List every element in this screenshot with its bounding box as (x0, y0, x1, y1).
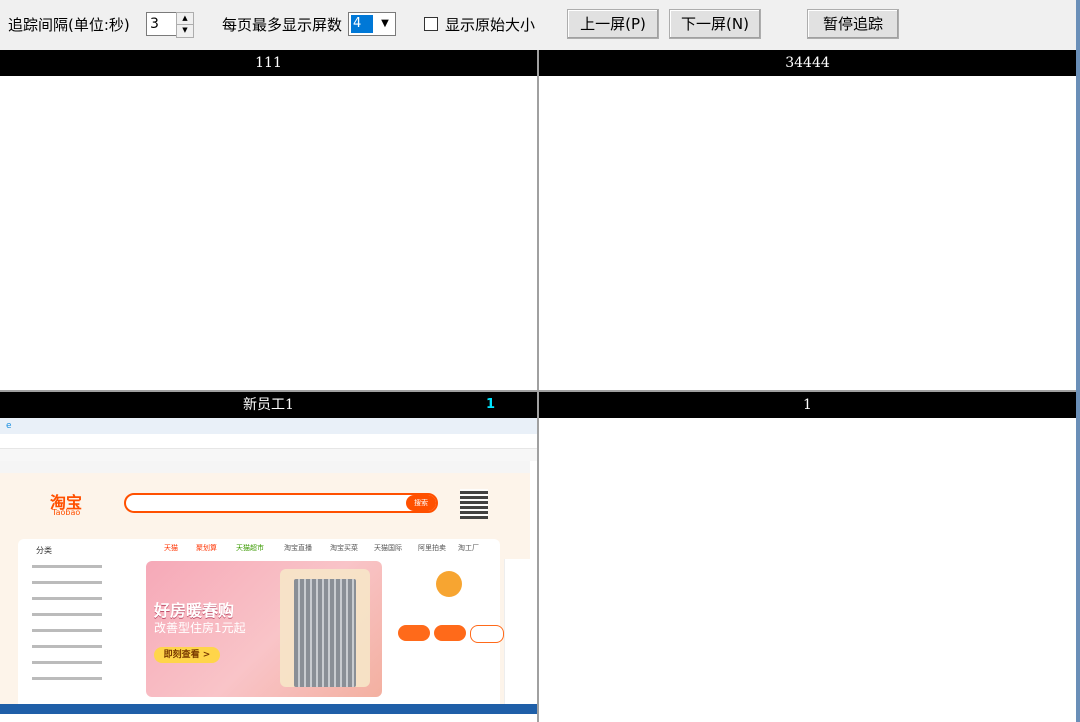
nav-tab: 淘宝直播 (284, 544, 312, 552)
interval-label: 追踪间隔(单位:秒) (8, 16, 130, 34)
nav-tab: 阿里拍卖 (418, 544, 446, 552)
category-line (32, 595, 142, 601)
category-line (32, 579, 142, 585)
panel-title: 1 (539, 392, 1076, 418)
taobao-main-card: 分类 天猫 聚划算 天猫超市 淘宝直播 淘宝买菜 天猫国际 阿里拍卖 淘工厂 好… (18, 539, 504, 714)
building-image (294, 579, 356, 687)
next-screen-button[interactable]: 下一屏(N) (669, 9, 761, 39)
category-line (32, 611, 142, 617)
spinner-up-icon[interactable]: ▲ (177, 13, 193, 24)
taobao-top-nav (0, 461, 530, 473)
category-line (32, 675, 142, 681)
banner-subline: 改善型住房1元起 (154, 621, 246, 635)
panel-title: 111 (0, 50, 537, 76)
user-button (398, 625, 430, 641)
category-line (32, 659, 142, 665)
screen-panel-3[interactable]: 新员工1 1 e 淘宝 Taobao 搜索 分类 天猫 聚划算 天猫超市 淘宝直… (0, 392, 537, 722)
panel-badge: 1 (486, 397, 496, 412)
nav-tab: 淘工厂 (458, 544, 479, 552)
category-line (32, 643, 142, 649)
spinner-down-icon[interactable]: ▼ (177, 24, 193, 36)
browser-logo-icon: e (6, 421, 12, 431)
qr-code-icon (460, 489, 488, 519)
toolbar: 追踪间隔(单位:秒) 3 ▲ ▼ 每页最多显示屏数 4 ▼ 显示原始大小 上一屏… (0, 0, 1080, 50)
panel-title: 34444 (539, 50, 1076, 76)
show-original-checkbox[interactable] (424, 17, 438, 31)
taobao-search-box: 搜索 (124, 493, 438, 513)
remote-screenshot: e 淘宝 Taobao 搜索 分类 天猫 聚划算 天猫超市 淘宝直播 淘宝买菜 … (0, 418, 537, 714)
screen-panel-4[interactable]: 1 (539, 392, 1076, 722)
user-button (434, 625, 466, 641)
prev-screen-button[interactable]: 上一屏(P) (567, 9, 659, 39)
screen-grid: 111 34444 新员工1 1 e 淘宝 Taobao 搜索 分类 天猫 聚划… (0, 50, 1076, 722)
windows-taskbar (0, 704, 537, 714)
banner-headline: 好房暖春购 (154, 601, 235, 620)
screen-panel-1[interactable]: 111 (0, 50, 537, 390)
taobao-logo-en: Taobao (52, 508, 81, 517)
max-screens-value[interactable]: 4 (351, 15, 373, 33)
nav-tab: 天猫 (164, 544, 178, 552)
max-screens-label: 每页最多显示屏数 (222, 16, 343, 34)
category-line (32, 563, 142, 569)
screen-panel-2[interactable]: 34444 (539, 50, 1076, 390)
nav-tab: 淘宝买菜 (330, 544, 358, 552)
browser-address-bar (0, 434, 537, 449)
user-button (470, 625, 504, 643)
banner-cta: 即刻查看 > (154, 647, 220, 663)
interval-input[interactable]: 3 (146, 12, 179, 36)
max-screens-select[interactable]: 4 ▼ (348, 12, 396, 36)
panel-title: 新员工1 (0, 392, 537, 418)
show-original-label[interactable]: 显示原始大小 (445, 14, 535, 35)
spinner-arrows[interactable]: ▲ ▼ (176, 12, 194, 38)
promo-banner: 好房暖春购 改善型住房1元起 即刻查看 > (146, 561, 382, 697)
taobao-search-button: 搜索 (406, 495, 436, 511)
taobao-side-tools (504, 559, 531, 709)
window-edge (1076, 0, 1080, 722)
user-avatar-icon (436, 571, 462, 597)
nav-tab: 天猫超市 (236, 544, 264, 552)
browser-favorites-bar (0, 449, 537, 461)
category-title: 分类 (36, 546, 52, 555)
interval-spinner[interactable]: 3 ▲ ▼ (146, 12, 194, 38)
browser-tab-bar: e (0, 418, 537, 434)
chevron-down-icon[interactable]: ▼ (375, 13, 395, 35)
taobao-page: 淘宝 Taobao 搜索 分类 天猫 聚划算 天猫超市 淘宝直播 淘宝买菜 天猫… (0, 461, 531, 714)
category-line (32, 627, 142, 633)
nav-tab: 聚划算 (196, 544, 217, 552)
nav-tab: 天猫国际 (374, 544, 402, 552)
pause-tracking-button[interactable]: 暂停追踪 (807, 9, 899, 39)
